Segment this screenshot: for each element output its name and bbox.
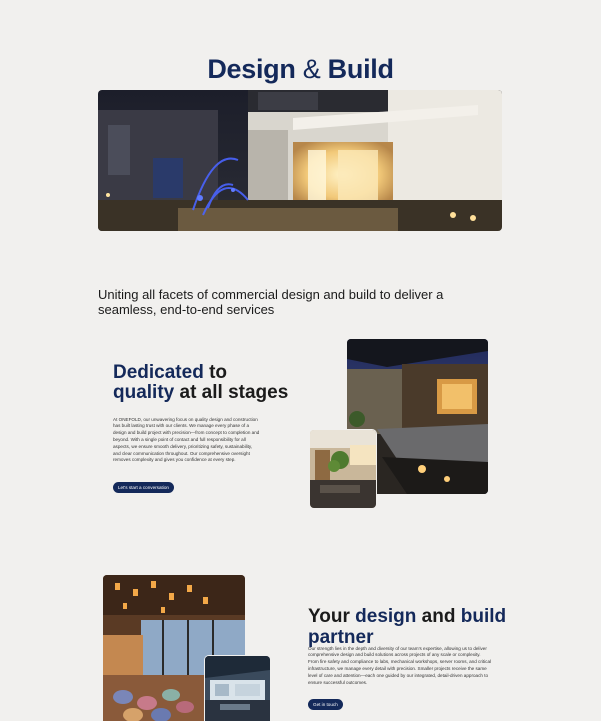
interior-lobby-image xyxy=(310,430,376,508)
title-design: Design xyxy=(207,54,296,85)
title-build: Build xyxy=(327,54,394,85)
quality-body-text: At ONEFOLD, our unwavering focus on qual… xyxy=(113,416,260,463)
partner-heading: Your design and build partner xyxy=(308,605,507,648)
office-space-image xyxy=(205,656,270,721)
quality-heading: Dedicated to quality at all stages xyxy=(113,361,289,403)
partner-body-text: Our strength lies in the depth and diver… xyxy=(308,645,492,685)
page-title: Design & Build xyxy=(0,54,601,85)
hero-building-image xyxy=(98,90,502,231)
start-conversation-button[interactable]: Let's start a conversation xyxy=(113,482,174,493)
tagline-text: Uniting all facets of commercial design … xyxy=(98,287,444,317)
get-in-touch-button[interactable]: Get in touch xyxy=(308,699,343,710)
title-ampersand: & xyxy=(302,54,321,85)
